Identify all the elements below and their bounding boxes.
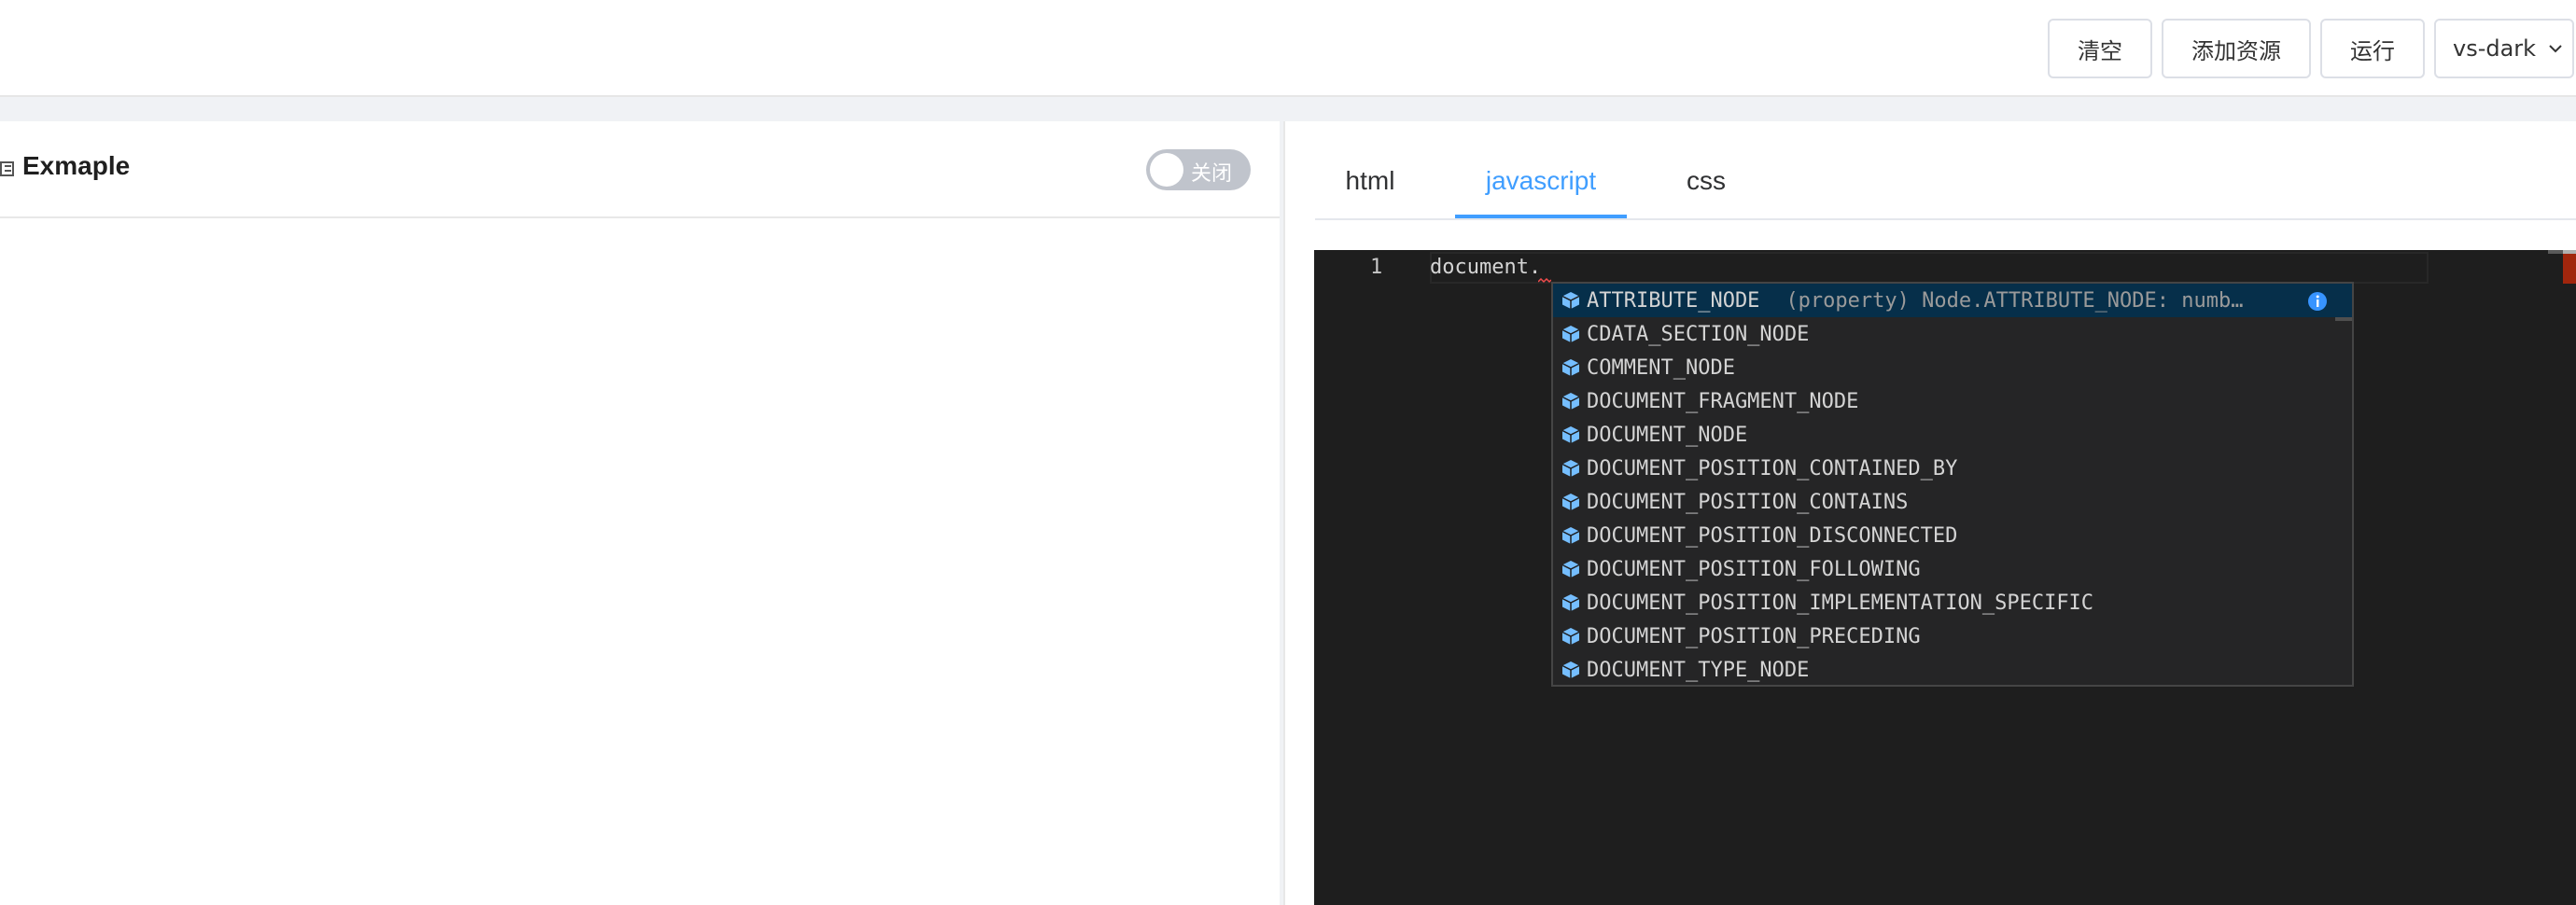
error-squiggle xyxy=(1538,278,1551,284)
suggestion-item[interactable]: DOCUMENT_POSITION_CONTAINED_BY xyxy=(1553,452,2352,485)
tab-css[interactable]: css xyxy=(1655,166,1757,218)
suggestion-item[interactable]: DOCUMENT_TYPE_NODE xyxy=(1553,653,2352,685)
autocomplete-dropdown: ATTRIBUTE_NODE (property) Node.ATTRIBUTE_… xyxy=(1551,282,2354,687)
suggestion-item[interactable]: DOCUMENT_POSITION_FOLLOWING xyxy=(1553,552,2352,586)
preview-header: Exmaple 关闭 xyxy=(0,121,1280,218)
clear-button[interactable]: 清空 xyxy=(2048,19,2152,78)
suggestion-label: DOCUMENT_POSITION_CONTAINED_BY xyxy=(1587,456,1958,480)
suggestion-item[interactable]: DOCUMENT_NODE xyxy=(1553,418,2352,452)
suggestion-item[interactable]: DOCUMENT_POSITION_IMPLEMENTATION_SPECIFI… xyxy=(1553,586,2352,620)
theme-select-value: vs-dark xyxy=(2453,35,2537,62)
suggestion-item[interactable]: DOCUMENT_POSITION_CONTAINS xyxy=(1553,485,2352,519)
property-icon xyxy=(1561,594,1580,611)
suggestion-label: DOCUMENT_NODE xyxy=(1587,423,1748,447)
run-button[interactable]: 运行 xyxy=(2320,19,2425,78)
panel-icon xyxy=(0,161,14,176)
suggestion-label: DOCUMENT_POSITION_FOLLOWING xyxy=(1587,557,1921,581)
theme-select[interactable]: vs-dark xyxy=(2434,19,2574,78)
property-icon xyxy=(1561,426,1580,443)
suggestion-label: DOCUMENT_TYPE_NODE xyxy=(1587,658,1810,682)
property-icon xyxy=(1561,460,1580,477)
code-line[interactable]: document. xyxy=(1430,256,1541,279)
property-icon xyxy=(1561,292,1580,309)
property-icon xyxy=(1561,527,1580,544)
property-icon xyxy=(1561,494,1580,510)
tab-javascript[interactable]: javascript xyxy=(1455,166,1627,218)
preview-toggle[interactable]: 关闭 xyxy=(1146,149,1251,190)
suggestion-label: COMMENT_NODE xyxy=(1587,355,1735,380)
suggestion-item[interactable]: DOCUMENT_POSITION_PRECEDING xyxy=(1553,620,2352,653)
preview-panel: Exmaple 关闭 xyxy=(0,121,1280,905)
suggestion-label: DOCUMENT_POSITION_CONTAINS xyxy=(1587,490,1909,514)
suggestion-item[interactable]: DOCUMENT_FRAGMENT_NODE xyxy=(1553,384,2352,418)
line-number: 1 xyxy=(1370,256,1383,279)
add-resource-button[interactable]: 添加资源 xyxy=(2162,19,2311,78)
scrollbar-error-marker[interactable] xyxy=(2563,254,2576,284)
property-icon xyxy=(1561,393,1580,410)
suggestion-item[interactable]: DOCUMENT_POSITION_DISCONNECTED xyxy=(1553,519,2352,552)
property-icon xyxy=(1561,326,1580,342)
suggestion-label: ATTRIBUTE_NODE xyxy=(1587,288,1760,313)
language-tabs: html javascript css xyxy=(1315,121,2576,220)
property-icon xyxy=(1561,359,1580,376)
suggestion-label: DOCUMENT_POSITION_IMPLEMENTATION_SPECIFI… xyxy=(1587,591,2094,615)
suggestion-item[interactable]: COMMENT_NODE xyxy=(1553,351,2352,384)
suggestion-label: DOCUMENT_FRAGMENT_NODE xyxy=(1587,389,1859,413)
property-icon xyxy=(1561,661,1580,678)
info-icon[interactable] xyxy=(2307,291,2328,312)
suggestion-label: DOCUMENT_POSITION_PRECEDING xyxy=(1587,624,1921,648)
toggle-label: 关闭 xyxy=(1191,162,1233,186)
suggestion-label: DOCUMENT_POSITION_DISCONNECTED xyxy=(1587,523,1958,548)
page-title: Exmaple xyxy=(22,151,131,180)
suggestion-label: CDATA_SECTION_NODE xyxy=(1587,322,1810,346)
suggestion-item[interactable]: ATTRIBUTE_NODE (property) Node.ATTRIBUTE_… xyxy=(1553,284,2352,317)
current-line-highlight xyxy=(1430,252,2429,284)
suggestion-detail: (property) Node.ATTRIBUTE_NODE: numb… xyxy=(1785,288,2244,313)
suggestion-item[interactable]: CDATA_SECTION_NODE xyxy=(1553,317,2352,351)
property-icon xyxy=(1561,628,1580,645)
toggle-knob xyxy=(1150,153,1183,187)
chevron-down-icon xyxy=(2549,45,2562,53)
top-toolbar: 清空 添加资源 运行 vs-dark xyxy=(0,0,2576,97)
tab-html[interactable]: html xyxy=(1315,166,1425,218)
property-icon xyxy=(1561,561,1580,578)
